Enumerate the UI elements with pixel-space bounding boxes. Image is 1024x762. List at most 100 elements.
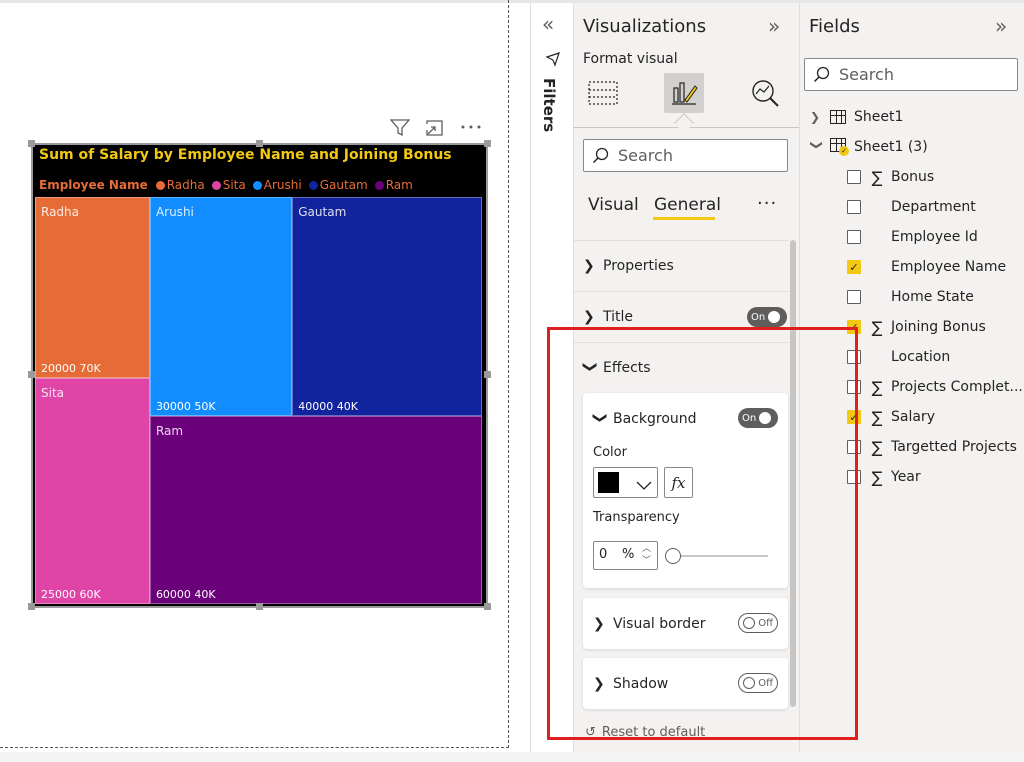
field-employee-id[interactable]: Employee Id [847,222,978,252]
treemap-tile-ram[interactable]: Ram 60000 40K [149,416,482,604]
format-visual-tab[interactable] [664,73,704,113]
field-bonus[interactable]: ∑ Bonus [847,162,934,192]
search-icon [592,147,609,163]
field-name: Bonus [891,169,935,185]
field-targetted-projects[interactable]: ∑ Targetted Projects [847,432,1017,462]
format-search-input[interactable]: Search [583,139,788,172]
expand-filters-icon[interactable]: « [542,12,554,36]
tile-label: Gautam [298,205,347,219]
treemap-tile-gautam[interactable]: Gautam 40000 40K [292,197,482,417]
field-name: Projects Complet... [891,379,1023,395]
collapse-visualizations-icon[interactable]: » [768,14,780,38]
tile-label: Sita [41,385,65,400]
field-checkbox[interactable]: ✓ [847,260,861,274]
toggle-knob [768,311,781,323]
search-placeholder: Search [839,65,894,84]
resize-handle[interactable] [28,603,35,610]
field-name: Department [891,199,976,215]
tile-data-label: 25000 60K [41,587,101,601]
chevron-right-icon: ❯ [583,309,595,325]
filter-funnel-icon [545,51,561,71]
field-department[interactable]: Department [847,192,976,222]
field-location[interactable]: Location [847,342,950,372]
chart-title: Sum of Salary by Employee Name and Joini… [39,147,452,163]
collapse-fields-icon[interactable]: » [995,14,1007,38]
highlight-box [547,327,858,740]
section-properties[interactable]: ❯ Properties [573,240,789,291]
field-name: Employee Name [891,259,1007,275]
field-checkbox[interactable] [847,290,861,304]
field-employee-name[interactable]: ✓ Employee Name [847,252,1006,282]
resize-handle[interactable] [484,603,491,610]
field-name: Joining Bonus [891,319,986,335]
field-year[interactable]: ∑ Year [847,462,921,492]
more-options-icon[interactable] [460,119,482,140]
tile-label: Arushi [155,205,194,219]
legend-item-gautam[interactable]: Gautam [308,178,368,192]
visualizations-title: Visualizations [583,16,707,37]
treemap-area: Radha 20000 70K Sita 25000 60K Arushi 30000 5… [35,197,482,604]
legend-item-radha[interactable]: Radha [155,178,205,192]
resize-handle[interactable] [28,140,35,147]
field-joining-bonus[interactable]: ✓ ∑ Joining Bonus [847,312,986,342]
treemap-tile-radha[interactable]: Radha 20000 70K [35,197,150,378]
resize-handle[interactable] [256,603,263,610]
active-tab-underline [653,217,715,220]
treemap-visual[interactable]: Sum of Salary by Employee Name and Joini… [31,143,488,608]
format-visual-label: Format visual [583,51,678,67]
tile-data-label: 40000 40K [298,400,358,414]
legend-item-arushi[interactable]: Arushi [252,178,302,192]
table-in-use-icon: ✓ [830,138,849,156]
analytics-magnifier-icon [752,80,779,107]
bottom-strip [0,752,1024,762]
field-salary[interactable]: ✓ ∑ Salary [847,402,935,432]
tile-data-label: 60000 40K [155,587,216,601]
resize-handle[interactable] [484,140,491,147]
field-checkbox[interactable] [847,200,861,214]
build-visual-tab[interactable] [583,73,623,113]
more-options-icon[interactable]: ··· [757,193,777,214]
section-label: Properties [603,258,674,274]
toggle-label: On [751,311,766,323]
legend-item-ram[interactable]: Ram [374,178,413,192]
search-placeholder: Search [618,146,673,165]
field-checkbox[interactable] [847,230,861,244]
legend-label: Radha [166,178,205,192]
chevron-down-icon: ❯ [810,140,824,151]
chart-legend: Employee Name Radha Sita Arushi Gautam R… [39,178,416,192]
paintbrush-icon [672,82,698,105]
legend-dot [308,180,318,190]
field-name: Salary [891,409,935,425]
field-name: Targetted Projects [891,439,1017,455]
resize-handle[interactable] [484,371,491,378]
treemap-tile-sita[interactable]: Sita 25000 60K [35,377,150,604]
field-checkbox[interactable] [847,170,861,184]
field-home-state[interactable]: Home State [847,282,974,312]
table-sheet1-3[interactable]: ❯ ✓ Sheet1 (3) [810,132,928,162]
focus-mode-icon[interactable] [425,119,445,140]
analytics-tab[interactable] [746,73,786,113]
sigma-icon: ∑ [871,407,883,427]
tile-label: Ram [155,424,184,439]
tab-general[interactable]: General [654,195,721,215]
legend-dot [155,180,165,190]
legend-label: Sita [222,178,246,192]
filters-label[interactable]: Filters [540,78,558,132]
search-icon [813,66,830,82]
tab-visual[interactable]: Visual [588,195,639,215]
legend-item-sita[interactable]: Sita [211,178,246,192]
section-label: Title [603,309,634,325]
treemap-tile-arushi[interactable]: Arushi 30000 50K [149,197,293,417]
fields-search-input[interactable]: Search [804,58,1018,91]
build-visual-icon [588,81,618,105]
field-name: Year [891,469,921,485]
field-projects-complet[interactable]: ∑ Projects Complet... [847,372,1023,402]
legend-dot [211,180,221,190]
resize-handle[interactable] [28,371,35,378]
legend-label: Arushi [263,178,302,192]
resize-handle[interactable] [256,140,263,147]
title-toggle[interactable]: On [747,307,787,327]
legend-dot [252,180,262,190]
table-sheet1[interactable]: ❯ Sheet1 [810,102,903,132]
filter-icon[interactable] [389,119,411,140]
